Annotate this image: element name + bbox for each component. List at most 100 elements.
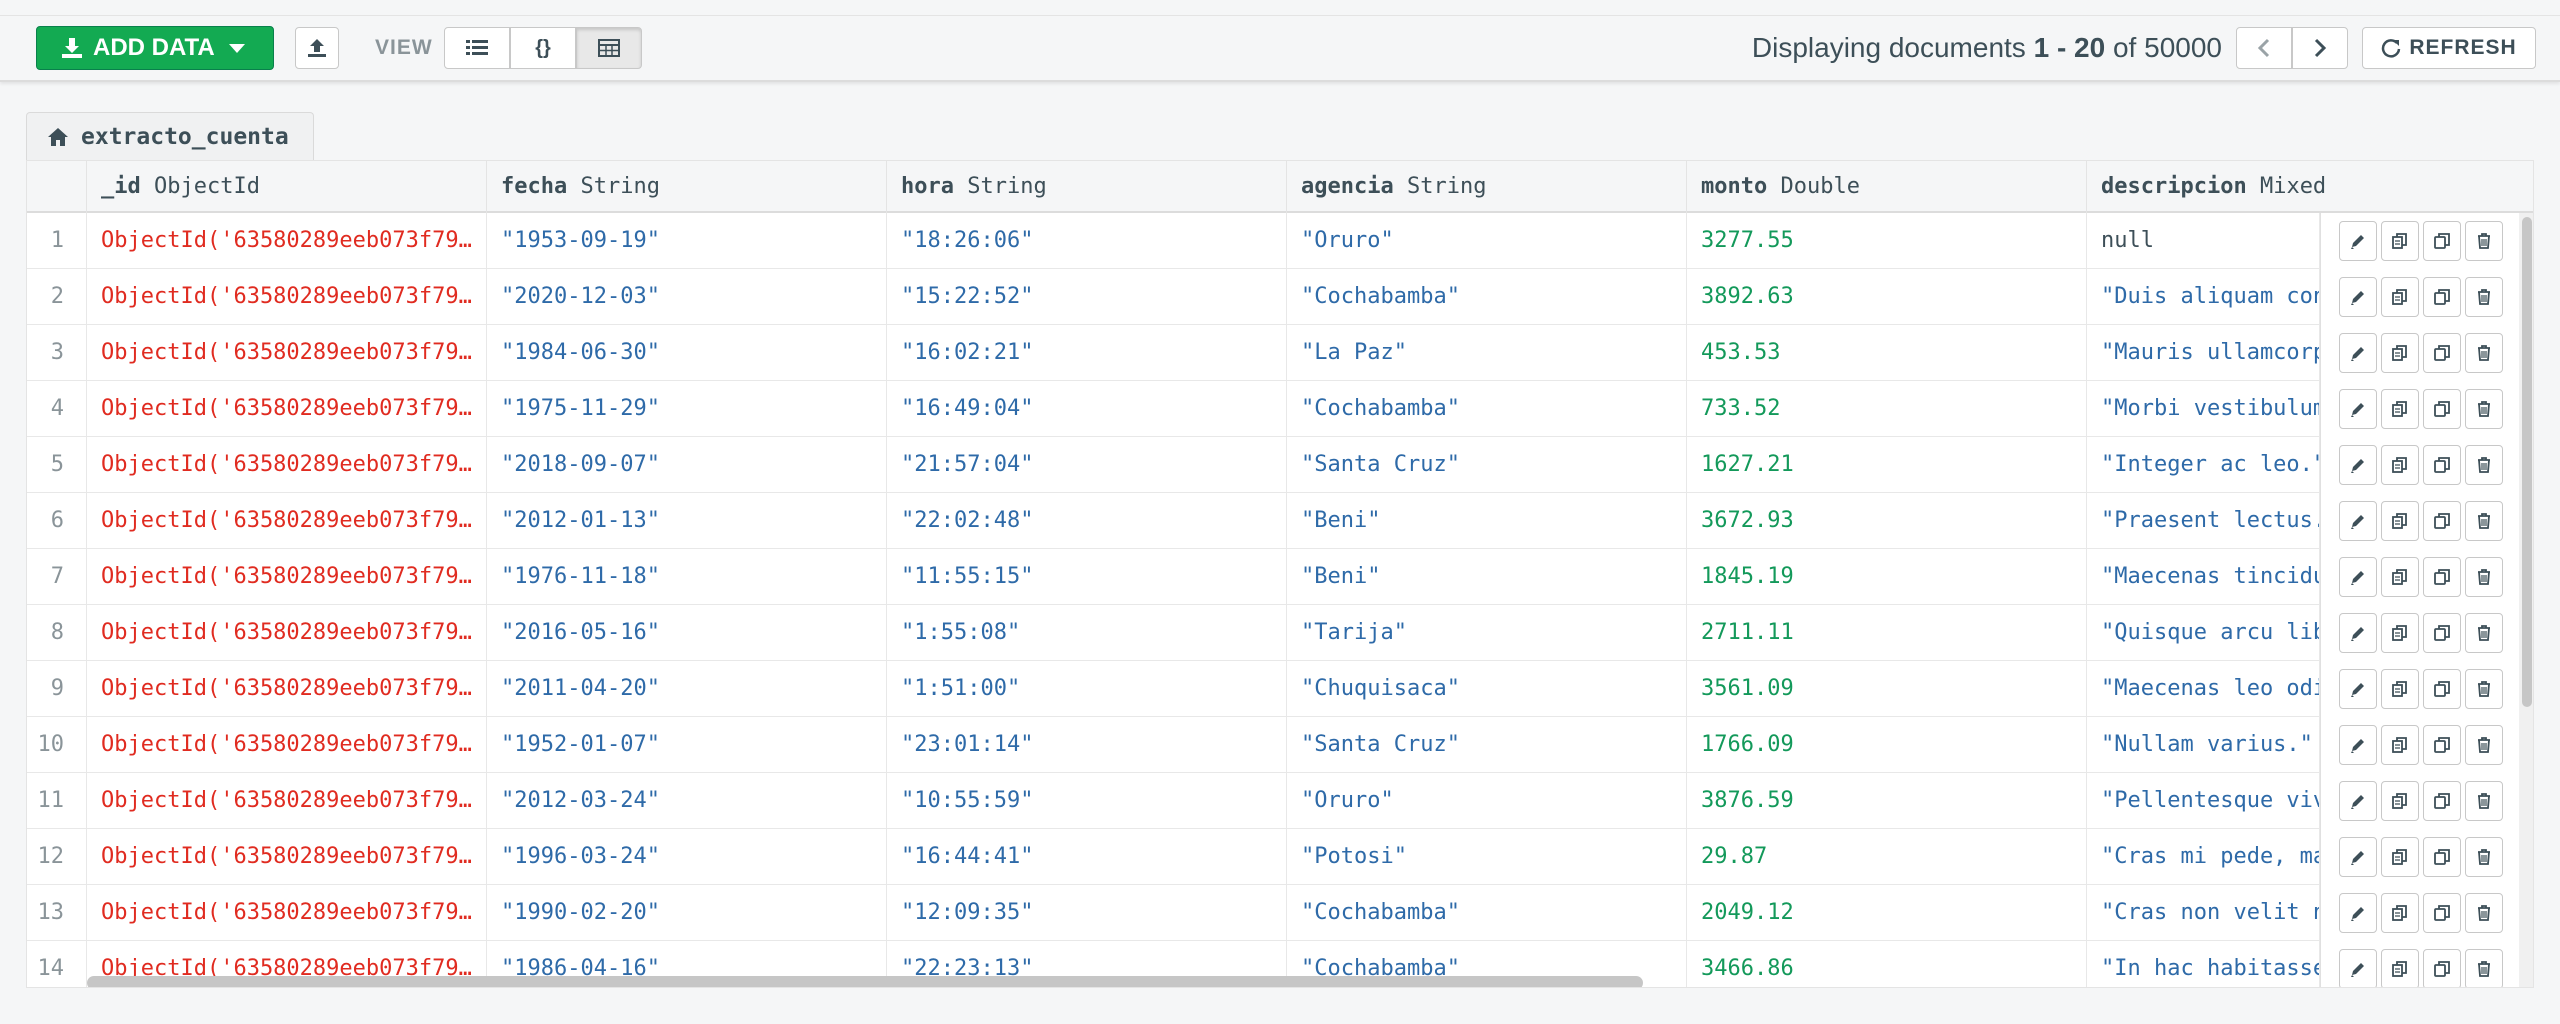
clone-document-button[interactable] bbox=[2423, 389, 2461, 429]
cell-id[interactable]: ObjectId('63580289eeb073f79… bbox=[87, 381, 487, 437]
copy-document-button[interactable] bbox=[2381, 725, 2419, 765]
cell-descripcion[interactable]: "Mauris ullamcorper" bbox=[2087, 325, 2320, 381]
clone-document-button[interactable] bbox=[2423, 277, 2461, 317]
cell-monto[interactable]: 3892.63 bbox=[1687, 269, 2087, 325]
cell-monto[interactable]: 1845.19 bbox=[1687, 549, 2087, 605]
cell-monto[interactable]: 1766.09 bbox=[1687, 717, 2087, 773]
cell-fecha[interactable]: "2012-03-24" bbox=[487, 773, 887, 829]
collection-tab[interactable]: extracto_cuenta bbox=[26, 112, 314, 160]
cell-agencia[interactable]: "Cochabamba" bbox=[1287, 381, 1687, 437]
pencil-document-button[interactable] bbox=[2339, 557, 2377, 597]
trash-document-button[interactable] bbox=[2465, 613, 2503, 653]
cell-agencia[interactable]: "Cochabamba" bbox=[1287, 269, 1687, 325]
header-column-id[interactable]: _id ObjectId bbox=[87, 161, 487, 213]
clone-document-button[interactable] bbox=[2423, 221, 2461, 261]
pencil-document-button[interactable] bbox=[2339, 893, 2377, 933]
cell-descripcion[interactable]: "Pellentesque viverra" bbox=[2087, 773, 2320, 829]
cell-descripcion[interactable]: "Duis aliquam convallis" bbox=[2087, 269, 2320, 325]
copy-document-button[interactable] bbox=[2381, 669, 2419, 709]
cell-descripcion[interactable]: "Maecenas tincidunt" bbox=[2087, 549, 2320, 605]
view-table-button[interactable] bbox=[576, 27, 642, 69]
trash-document-button[interactable] bbox=[2465, 669, 2503, 709]
cell-fecha[interactable]: "2018-09-07" bbox=[487, 437, 887, 493]
cell-agencia[interactable]: "Tarija" bbox=[1287, 605, 1687, 661]
cell-descripcion[interactable]: "Morbi vestibulum" bbox=[2087, 381, 2320, 437]
trash-document-button[interactable] bbox=[2465, 557, 2503, 597]
copy-document-button[interactable] bbox=[2381, 781, 2419, 821]
clone-document-button[interactable] bbox=[2423, 893, 2461, 933]
trash-document-button[interactable] bbox=[2465, 837, 2503, 877]
cell-hora[interactable]: "18:26:06" bbox=[887, 213, 1287, 269]
copy-document-button[interactable] bbox=[2381, 893, 2419, 933]
cell-fecha[interactable]: "1975-11-29" bbox=[487, 381, 887, 437]
copy-document-button[interactable] bbox=[2381, 613, 2419, 653]
table-row[interactable]: 8 ObjectId('63580289eeb073f79… "2016-05-16… bbox=[27, 605, 2533, 661]
copy-document-button[interactable] bbox=[2381, 501, 2419, 541]
clone-document-button[interactable] bbox=[2423, 837, 2461, 877]
cell-agencia[interactable]: "Potosi" bbox=[1287, 829, 1687, 885]
copy-document-button[interactable] bbox=[2381, 333, 2419, 373]
table-row[interactable]: 3 ObjectId('63580289eeb073f79… "1984-06-30… bbox=[27, 325, 2533, 381]
table-row[interactable]: 10 ObjectId('63580289eeb073f79… "1952-01-0… bbox=[27, 717, 2533, 773]
cell-fecha[interactable]: "1996-03-24" bbox=[487, 829, 887, 885]
cell-agencia[interactable]: "Santa Cruz" bbox=[1287, 437, 1687, 493]
trash-document-button[interactable] bbox=[2465, 501, 2503, 541]
clone-document-button[interactable] bbox=[2423, 445, 2461, 485]
cell-hora[interactable]: "22:02:48" bbox=[887, 493, 1287, 549]
cell-hora[interactable]: "16:44:41" bbox=[887, 829, 1287, 885]
table-row[interactable]: 7 ObjectId('63580289eeb073f79… "1976-11-18… bbox=[27, 549, 2533, 605]
cell-agencia[interactable]: "Beni" bbox=[1287, 493, 1687, 549]
trash-document-button[interactable] bbox=[2465, 389, 2503, 429]
cell-id[interactable]: ObjectId('63580289eeb073f79… bbox=[87, 325, 487, 381]
cell-descripcion[interactable]: null bbox=[2087, 213, 2320, 269]
copy-document-button[interactable] bbox=[2381, 221, 2419, 261]
cell-descripcion[interactable]: "Praesent lectus." bbox=[2087, 493, 2320, 549]
copy-document-button[interactable] bbox=[2381, 277, 2419, 317]
pencil-document-button[interactable] bbox=[2339, 725, 2377, 765]
table-row[interactable]: 13 ObjectId('63580289eeb073f79… "1990-02-2… bbox=[27, 885, 2533, 941]
cell-agencia[interactable]: "Oruro" bbox=[1287, 213, 1687, 269]
cell-fecha[interactable]: "1984-06-30" bbox=[487, 325, 887, 381]
cell-agencia[interactable]: "Chuquisaca" bbox=[1287, 661, 1687, 717]
cell-fecha[interactable]: "2016-05-16" bbox=[487, 605, 887, 661]
clone-document-button[interactable] bbox=[2423, 501, 2461, 541]
cell-monto[interactable]: 453.53 bbox=[1687, 325, 2087, 381]
table-row[interactable]: 4 ObjectId('63580289eeb073f79… "1975-11-29… bbox=[27, 381, 2533, 437]
cell-descripcion[interactable]: "Cras mi pede, malesuada" bbox=[2087, 829, 2320, 885]
cell-fecha[interactable]: "1990-02-20" bbox=[487, 885, 887, 941]
cell-id[interactable]: ObjectId('63580289eeb073f79… bbox=[87, 213, 487, 269]
cell-monto[interactable]: 3876.59 bbox=[1687, 773, 2087, 829]
cell-hora[interactable]: "15:22:52" bbox=[887, 269, 1287, 325]
cell-descripcion[interactable]: "Integer ac leo." bbox=[2087, 437, 2320, 493]
previous-page-button[interactable] bbox=[2236, 27, 2292, 69]
pencil-document-button[interactable] bbox=[2339, 277, 2377, 317]
table-row[interactable]: 5 ObjectId('63580289eeb073f79… "2018-09-07… bbox=[27, 437, 2533, 493]
cell-id[interactable]: ObjectId('63580289eeb073f79… bbox=[87, 605, 487, 661]
cell-fecha[interactable]: "1953-09-19" bbox=[487, 213, 887, 269]
cell-monto[interactable]: 1627.21 bbox=[1687, 437, 2087, 493]
cell-id[interactable]: ObjectId('63580289eeb073f79… bbox=[87, 717, 487, 773]
cell-hora[interactable]: "11:55:15" bbox=[887, 549, 1287, 605]
cell-agencia[interactable]: "Beni" bbox=[1287, 549, 1687, 605]
trash-document-button[interactable] bbox=[2465, 445, 2503, 485]
refresh-button[interactable]: REFRESH bbox=[2362, 27, 2536, 69]
cell-id[interactable]: ObjectId('63580289eeb073f79… bbox=[87, 829, 487, 885]
clone-document-button[interactable] bbox=[2423, 613, 2461, 653]
cell-hora[interactable]: "10:55:59" bbox=[887, 773, 1287, 829]
cell-hora[interactable]: "23:01:14" bbox=[887, 717, 1287, 773]
cell-fecha[interactable]: "2012-01-13" bbox=[487, 493, 887, 549]
next-page-button[interactable] bbox=[2292, 27, 2348, 69]
cell-fecha[interactable]: "1952-01-07" bbox=[487, 717, 887, 773]
clone-document-button[interactable] bbox=[2423, 725, 2461, 765]
cell-monto[interactable]: 29.87 bbox=[1687, 829, 2087, 885]
cell-monto[interactable]: 3277.55 bbox=[1687, 213, 2087, 269]
clone-document-button[interactable] bbox=[2423, 669, 2461, 709]
table-row[interactable]: 11 ObjectId('63580289eeb073f79… "2012-03-2… bbox=[27, 773, 2533, 829]
trash-document-button[interactable] bbox=[2465, 781, 2503, 821]
cell-descripcion[interactable]: "Cras non velit nec" bbox=[2087, 885, 2320, 941]
trash-document-button[interactable] bbox=[2465, 725, 2503, 765]
view-json-button[interactable]: {} bbox=[510, 27, 576, 69]
cell-hora[interactable]: "1:55:08" bbox=[887, 605, 1287, 661]
table-row[interactable]: 1 ObjectId('63580289eeb073f79… "1953-09-19… bbox=[27, 213, 2533, 269]
pencil-document-button[interactable] bbox=[2339, 669, 2377, 709]
